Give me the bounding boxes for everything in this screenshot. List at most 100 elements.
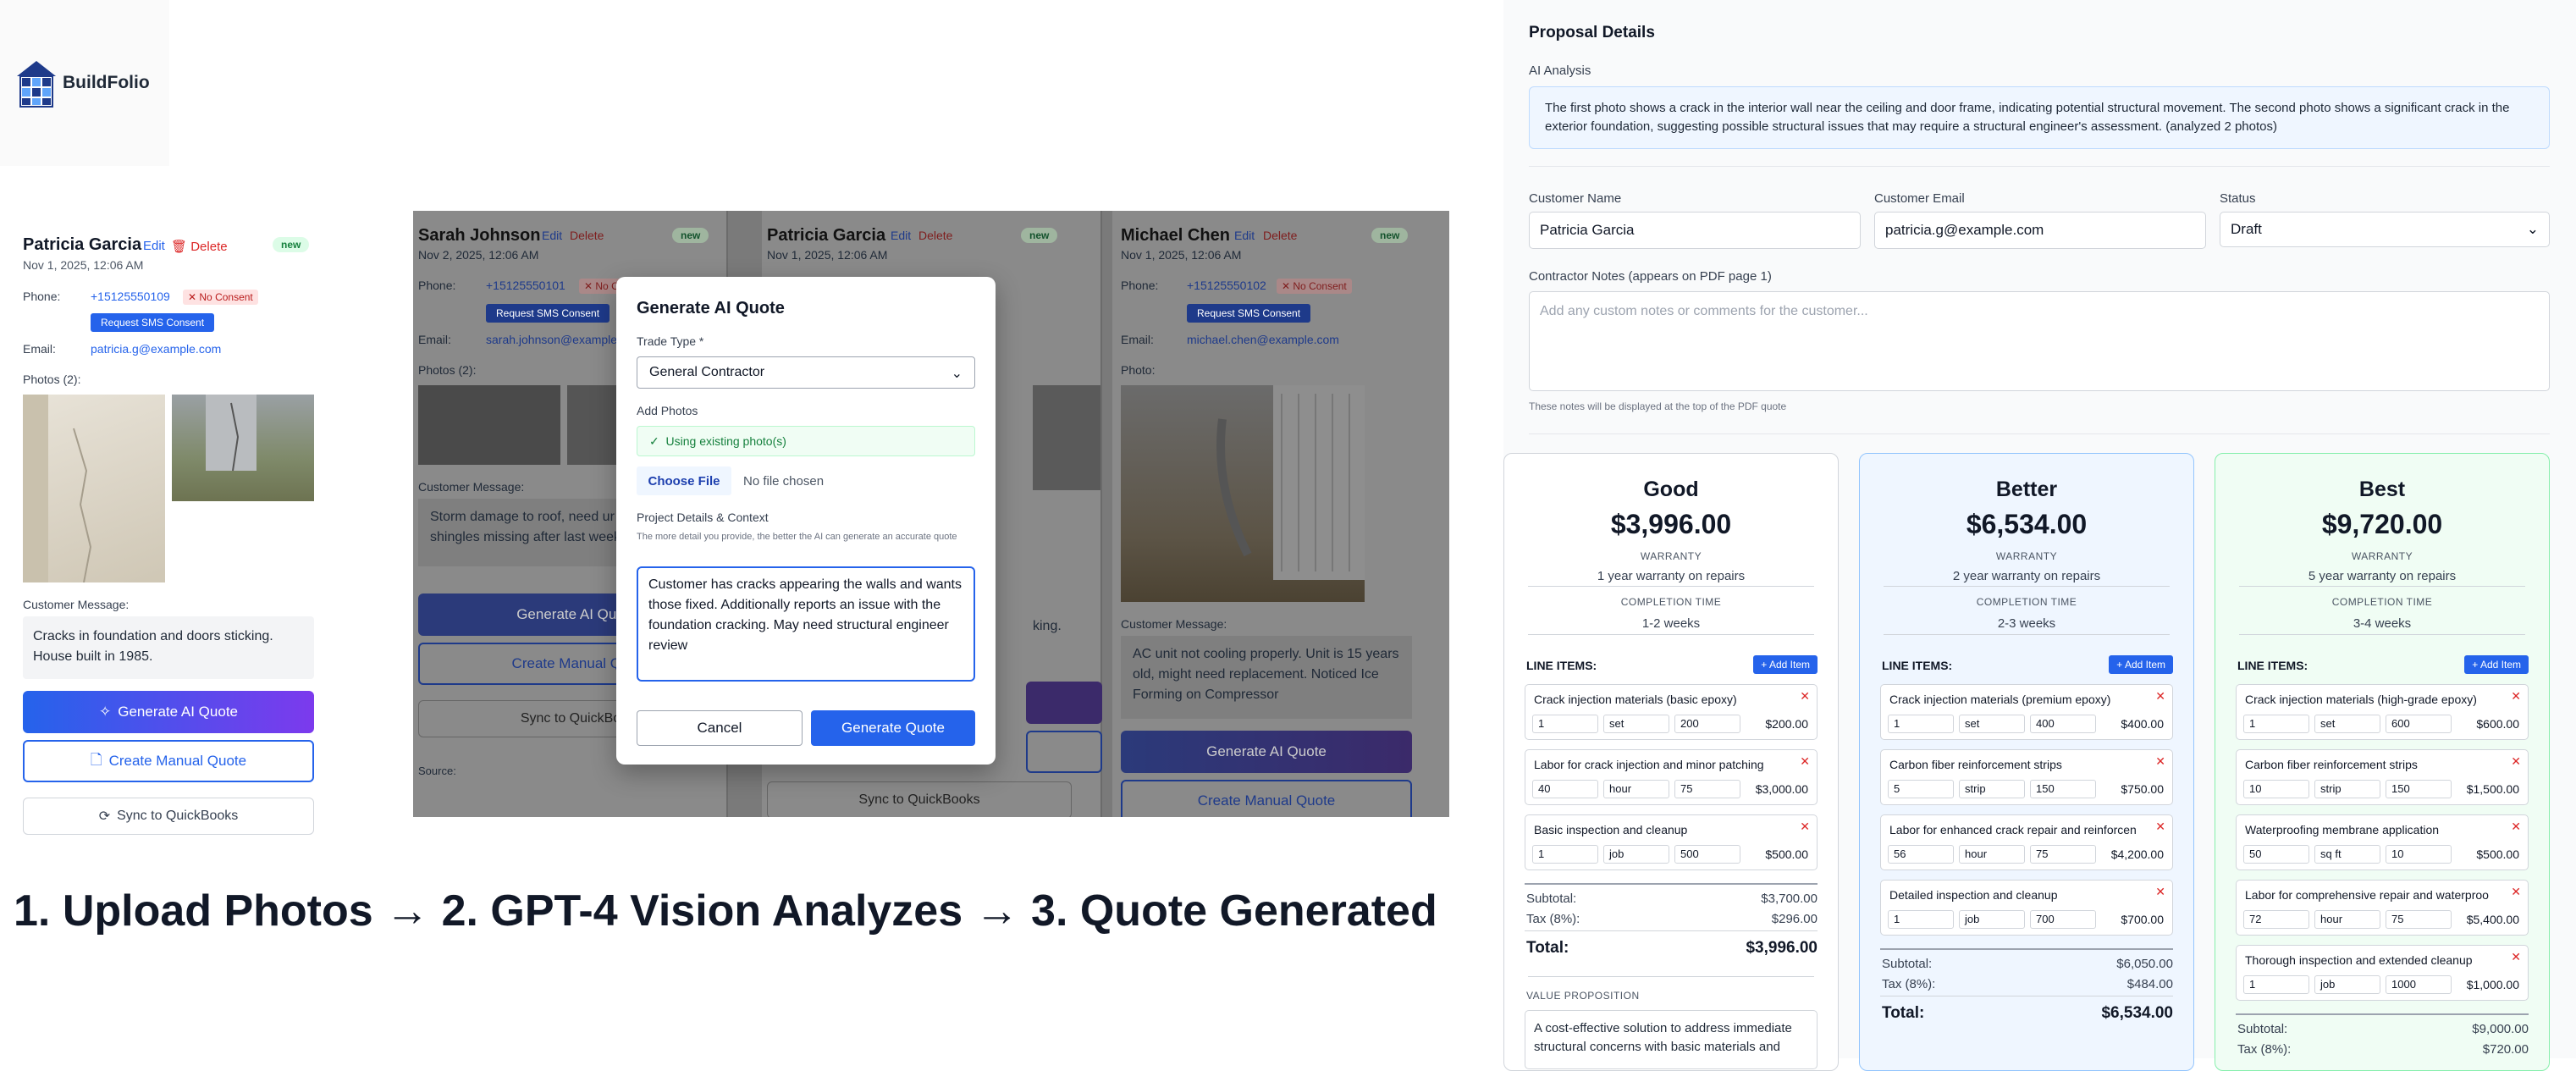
line-item-name[interactable]: Waterproofing membrane application	[2245, 823, 2524, 836]
add-item-button[interactable]: + Add Item	[1753, 655, 1818, 674]
unit-input[interactable]: set	[2314, 715, 2380, 733]
rate-input[interactable]: 600	[2386, 715, 2452, 733]
email-link[interactable]: michael.chen@example.com	[1187, 333, 1339, 346]
request-sms-consent-button[interactable]: Request SMS Consent	[91, 313, 215, 332]
qty-input[interactable]: 1	[1532, 715, 1598, 733]
phone-link[interactable]: +15125550102	[1187, 279, 1266, 292]
line-item-name[interactable]: Crack injection materials (premium epoxy…	[1889, 693, 2169, 706]
rate-input[interactable]: 200	[1674, 715, 1740, 733]
remove-item-icon[interactable]: ✕	[1800, 689, 1810, 704]
contractor-notes-textarea[interactable]: Add any custom notes or comments for the…	[1529, 291, 2550, 391]
generate-ai-quote-button[interactable]: ✧ Generate AI Quote	[23, 691, 314, 733]
rate-input[interactable]: 500	[1674, 845, 1740, 864]
line-item-name[interactable]: Carbon fiber reinforcement strips	[2245, 758, 2524, 771]
rate-input[interactable]: 75	[1674, 780, 1740, 798]
qty-input[interactable]: 10	[2243, 780, 2309, 798]
add-item-button[interactable]: + Add Item	[2109, 655, 2173, 674]
remove-item-icon[interactable]: ✕	[2155, 885, 2165, 899]
line-item-name[interactable]: Detailed inspection and cleanup	[1889, 888, 2169, 902]
unit-input[interactable]: hour	[1959, 845, 2025, 864]
delete-link[interactable]: Delete	[570, 229, 604, 242]
edit-link[interactable]: Edit	[542, 229, 562, 242]
delete-link[interactable]: Delete	[918, 229, 952, 242]
remove-item-icon[interactable]: ✕	[2511, 950, 2521, 964]
email-link[interactable]: patricia.g@example.com	[91, 342, 221, 356]
qty-input[interactable]: 56	[1888, 845, 1954, 864]
unit-input[interactable]: job	[2314, 975, 2380, 994]
qty-input[interactable]: 1	[2243, 975, 2309, 994]
choose-file-button[interactable]: Choose File	[637, 466, 731, 495]
line-item-name[interactable]: Crack injection materials (basic epoxy)	[1534, 693, 1813, 706]
qty-input[interactable]: 1	[2243, 715, 2309, 733]
remove-item-icon[interactable]: ✕	[2511, 885, 2521, 899]
rate-input[interactable]: 150	[2386, 780, 2452, 798]
remove-item-icon[interactable]: ✕	[2155, 689, 2165, 704]
qty-input[interactable]: 5	[1888, 780, 1954, 798]
remove-item-icon[interactable]: ✕	[2511, 689, 2521, 704]
line-item-name[interactable]: Labor for crack injection and minor patc…	[1534, 758, 1813, 771]
status-select[interactable]: Draft ⌄	[2220, 212, 2550, 247]
rate-input[interactable]: 10	[2386, 845, 2452, 864]
line-item-name[interactable]: Crack injection materials (high-grade ep…	[2245, 693, 2524, 706]
value-proposition-text[interactable]: A cost-effective solution to address imm…	[1525, 1010, 1818, 1069]
qty-input[interactable]: 72	[2243, 910, 2309, 929]
customer-email-input[interactable]: patricia.g@example.com	[1874, 212, 2206, 249]
qty-input[interactable]: 1	[1532, 845, 1598, 864]
remove-item-icon[interactable]: ✕	[2155, 820, 2165, 834]
rate-input[interactable]: 1000	[2386, 975, 2452, 994]
generate-ai-quote-button[interactable]	[1026, 682, 1102, 724]
generate-ai-quote-button[interactable]: Generate AI Quote	[1121, 731, 1412, 773]
unit-input[interactable]: job	[1603, 845, 1669, 864]
create-manual-quote-button[interactable]	[1026, 731, 1102, 773]
photo-exterior-foundation[interactable]	[172, 395, 314, 501]
edit-link[interactable]: Edit	[891, 229, 911, 242]
remove-item-icon[interactable]: ✕	[1800, 754, 1810, 769]
customer-name-input[interactable]: Patricia Garcia	[1529, 212, 1861, 249]
generate-quote-button[interactable]: Generate Quote	[811, 710, 975, 746]
photo-foundation[interactable]	[1033, 385, 1100, 490]
line-item-name[interactable]: Labor for comprehensive repair and water…	[2245, 888, 2524, 902]
photo-roof[interactable]	[418, 385, 560, 465]
remove-item-icon[interactable]: ✕	[2511, 820, 2521, 834]
cancel-button[interactable]: Cancel	[637, 710, 803, 746]
unit-input[interactable]: set	[1603, 715, 1669, 733]
trade-type-select[interactable]: General Contractor ⌄	[637, 356, 975, 389]
unit-input[interactable]: set	[1959, 715, 2025, 733]
request-sms-consent-button[interactable]: Request SMS Consent	[486, 304, 610, 323]
delete-link[interactable]: 🗑 Delete	[171, 239, 228, 254]
unit-input[interactable]: hour	[1603, 780, 1669, 798]
remove-item-icon[interactable]: ✕	[1800, 820, 1810, 834]
add-item-button[interactable]: + Add Item	[2464, 655, 2529, 674]
request-sms-consent-button[interactable]: Request SMS Consent	[1187, 304, 1311, 323]
edit-link[interactable]: Edit	[143, 239, 165, 253]
rate-input[interactable]: 75	[2386, 910, 2452, 929]
sync-quickbooks-button[interactable]: Sync to QuickBooks	[767, 781, 1072, 817]
line-item-name[interactable]: Labor for enhanced crack repair and rein…	[1889, 823, 2169, 836]
email-link[interactable]: sarah.johnson@example	[486, 333, 617, 346]
rate-input[interactable]: 75	[2030, 845, 2096, 864]
rate-input[interactable]: 700	[2030, 910, 2096, 929]
rate-input[interactable]: 150	[2030, 780, 2096, 798]
unit-input[interactable]: strip	[2314, 780, 2380, 798]
qty-input[interactable]: 50	[2243, 845, 2309, 864]
remove-item-icon[interactable]: ✕	[2155, 754, 2165, 769]
qty-input[interactable]: 40	[1532, 780, 1598, 798]
unit-input[interactable]: sq ft	[2314, 845, 2380, 864]
qty-input[interactable]: 1	[1888, 910, 1954, 929]
sync-quickbooks-button[interactable]: ⟳ Sync to QuickBooks	[23, 798, 314, 835]
rate-input[interactable]: 400	[2030, 715, 2096, 733]
project-details-textarea[interactable]: Customer has cracks appearing the walls …	[637, 566, 975, 682]
create-manual-quote-button[interactable]: 🗋 Create Manual Quote	[23, 740, 314, 782]
photo-interior-wall[interactable]	[23, 395, 165, 582]
remove-item-icon[interactable]: ✕	[2511, 754, 2521, 769]
phone-link[interactable]: +15125550101	[486, 279, 565, 292]
unit-input[interactable]: strip	[1959, 780, 2025, 798]
delete-link[interactable]: Delete	[1263, 229, 1297, 242]
line-item-name[interactable]: Thorough inspection and extended cleanup	[2245, 953, 2524, 967]
create-manual-quote-button[interactable]: Create Manual Quote	[1121, 780, 1412, 817]
unit-input[interactable]: job	[1959, 910, 2025, 929]
edit-link[interactable]: Edit	[1234, 229, 1255, 242]
line-item-name[interactable]: Carbon fiber reinforcement strips	[1889, 758, 2169, 771]
photo-ac-unit[interactable]	[1121, 385, 1365, 602]
line-item-name[interactable]: Basic inspection and cleanup	[1534, 823, 1813, 836]
